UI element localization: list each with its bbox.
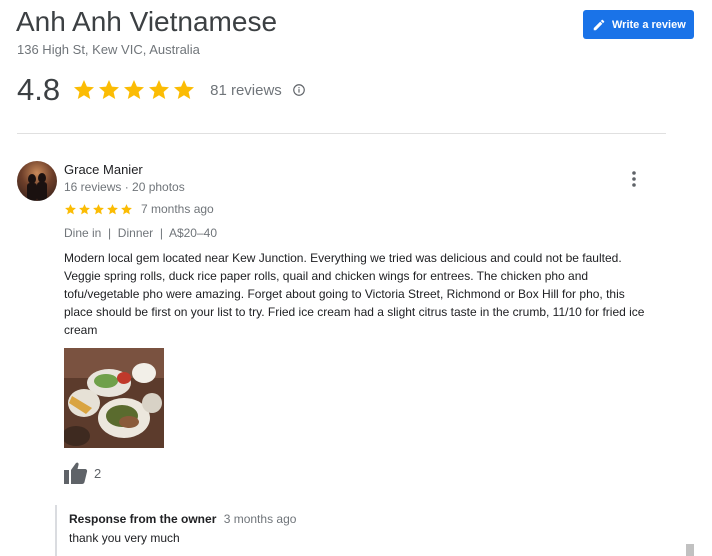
owner-response-date: 3 months ago — [223, 512, 297, 526]
star-icon — [124, 80, 145, 99]
thumb-up-icon[interactable] — [64, 462, 88, 484]
like-count: 2 — [94, 465, 102, 481]
review-date: 7 months ago — [141, 202, 214, 216]
place-title: Anh Anh Vietnamese — [16, 6, 278, 37]
star-icon — [65, 203, 76, 214]
review-count-link[interactable]: 81 reviews — [210, 82, 282, 99]
review-tags: Dine in | Dinner | A$20–40 — [64, 226, 217, 240]
rating-value: 4.8 — [17, 72, 61, 107]
rating-summary: 4.8 81 reviews — [17, 72, 306, 108]
place-address: 136 High St, Kew VIC, Australia — [17, 42, 200, 57]
review-photo[interactable] — [64, 348, 164, 448]
star-icon — [99, 80, 120, 99]
scrollbar-thumb[interactable] — [686, 544, 694, 556]
owner-response-title: Response from the owner — [69, 512, 217, 526]
more-vert-icon[interactable] — [626, 170, 642, 188]
star-icon — [174, 80, 195, 99]
review-rating: 7 months ago — [64, 202, 214, 216]
owner-response-text: thank you very much — [69, 531, 180, 545]
star-icon — [93, 203, 104, 214]
avatar[interactable] — [17, 161, 57, 201]
reviewer-meta: 16 reviews · 20 photos — [64, 180, 185, 194]
pencil-icon — [593, 19, 605, 30]
owner-response: Response from the owner 3 months ago tha… — [55, 505, 655, 556]
divider — [17, 133, 666, 134]
like-row: 2 — [64, 462, 101, 484]
reviewer-name[interactable]: Grace Manier — [64, 162, 143, 177]
review-text: Modern local gem located near Kew Juncti… — [64, 251, 645, 337]
owner-response-header: Response from the owner 3 months ago — [69, 512, 655, 526]
star-icon — [121, 203, 132, 214]
info-icon[interactable] — [292, 83, 306, 97]
star-icon — [79, 203, 90, 214]
star-icon — [149, 80, 170, 99]
star-icon — [74, 80, 95, 99]
review-stars — [64, 203, 133, 216]
write-review-button[interactable]: Write a review — [583, 10, 694, 39]
write-review-label: Write a review — [612, 18, 686, 31]
rating-stars — [72, 78, 196, 102]
star-icon — [107, 203, 118, 214]
